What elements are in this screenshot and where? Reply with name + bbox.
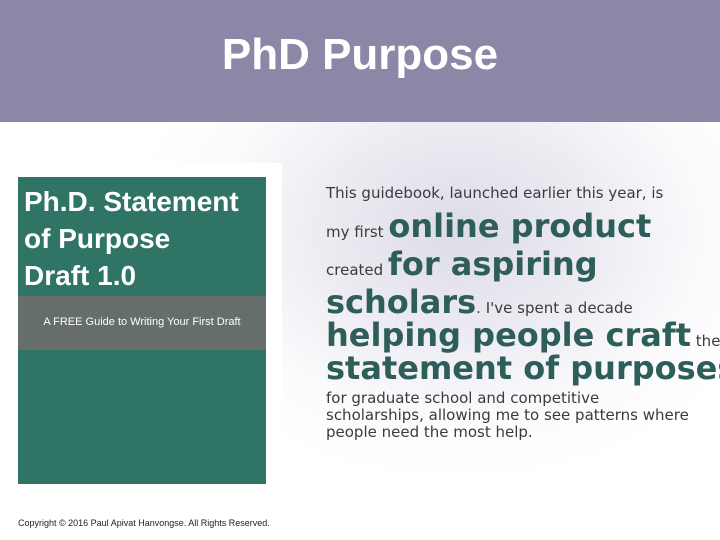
emphasis-text: statement of purposes bbox=[326, 349, 720, 387]
emphasis-text: online product bbox=[388, 207, 652, 245]
description-text-run: created bbox=[326, 261, 388, 279]
description-text-run: their bbox=[695, 332, 720, 350]
description-text-run: my first bbox=[326, 223, 389, 241]
book-cover: Ph.D. Statement of Purpose Draft 1.0 A F… bbox=[18, 177, 266, 484]
description-text-run: . I've spent a decade bbox=[476, 299, 633, 317]
description-line: statement of purposes bbox=[326, 352, 720, 390]
book-cover-title-line: of Purpose bbox=[24, 223, 171, 254]
book-cover-subtitle: A FREE Guide to Writing Your First Draft bbox=[43, 316, 241, 328]
slide-title: PhD Purpose bbox=[221, 30, 499, 79]
description-line: helping people craft their bbox=[326, 319, 720, 352]
description-text: This guidebook, launched earlier this ye… bbox=[326, 184, 720, 441]
book-cover-title-line: Ph.D. Statement bbox=[24, 186, 239, 217]
description-line: scholarships, allowing me to see pattern… bbox=[326, 406, 689, 424]
emphasis-text: for aspiring bbox=[387, 245, 598, 283]
description-line: for graduate school and competitive bbox=[326, 389, 600, 407]
description-line: people need the most help. bbox=[326, 423, 533, 441]
copyright-notice: Copyright © 2016 Paul Apivat Hanvongse. … bbox=[18, 518, 270, 528]
book-cover-band: A FREE Guide to Writing Your First Draft bbox=[18, 296, 266, 350]
book-cover-title-line: Draft 1.0 bbox=[24, 260, 137, 291]
description-line: scholars. I've spent a decade bbox=[326, 286, 710, 319]
title-bar: PhD Purpose bbox=[0, 0, 720, 122]
book-cover-title: Ph.D. Statement of Purpose Draft 1.0 bbox=[24, 183, 266, 294]
description-line: my first online product bbox=[326, 210, 710, 248]
description-line: created for aspiring bbox=[326, 248, 710, 286]
